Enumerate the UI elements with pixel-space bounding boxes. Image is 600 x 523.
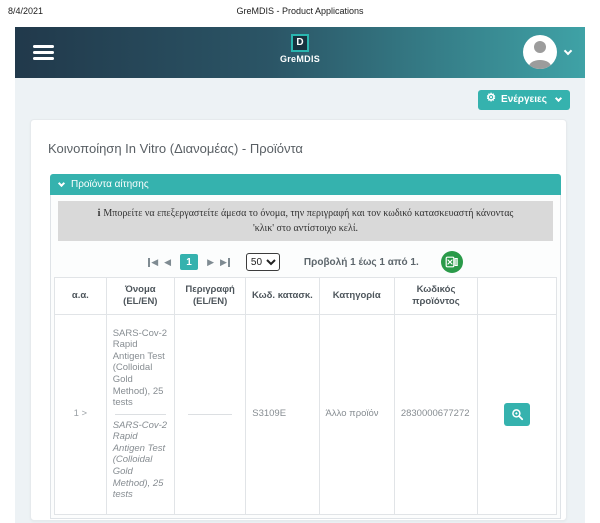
previous-page-button[interactable]: ◀ bbox=[164, 258, 171, 267]
current-page-button[interactable]: 1 bbox=[180, 254, 198, 270]
app-frame: D GreMDIS ⚙ Ενέργειες Κοινοποίηση In Vit… bbox=[15, 27, 585, 523]
brand: D GreMDIS bbox=[15, 32, 585, 64]
info-icon: i bbox=[98, 208, 101, 219]
actions-button-label: Ενέργειες bbox=[501, 94, 547, 105]
cell-category: Άλλο προϊόν bbox=[319, 314, 394, 514]
page-size-select[interactable]: 50 bbox=[246, 253, 280, 271]
print-document-title: GreMDIS - Product Applications bbox=[0, 6, 600, 16]
brand-name: GreMDIS bbox=[15, 54, 585, 64]
page-title: Κοινοποίηση In Vitro (Διανομέας) - Προϊό… bbox=[48, 141, 566, 156]
brand-logo-icon: D bbox=[291, 34, 309, 52]
content-card: Κοινοποίηση In Vitro (Διανομέας) - Προϊό… bbox=[30, 119, 567, 521]
cell-manufacturer-code[interactable]: S3109E bbox=[246, 314, 319, 514]
panel-title: Προϊόντα αίτησης bbox=[71, 179, 149, 190]
user-avatar bbox=[523, 35, 557, 69]
cell-index[interactable]: 1 > bbox=[55, 314, 107, 514]
last-page-button[interactable]: ▶ bbox=[220, 258, 230, 267]
toolbar: ⚙ Ενέργειες bbox=[15, 78, 585, 119]
cell-product-code: 2830000677272 bbox=[394, 314, 477, 514]
column-header-index: α.α. bbox=[55, 278, 107, 315]
cogs-icon: ⚙ bbox=[486, 93, 496, 104]
next-page-button[interactable]: ▶ bbox=[207, 258, 214, 267]
print-header: 8/4/2021 GreMDIS - Product Applications bbox=[0, 0, 600, 27]
column-header-actions bbox=[478, 278, 557, 315]
panel-body: iΜπορείτε να επεξεργαστείτε άμεσα το όνο… bbox=[50, 195, 561, 519]
export-excel-button[interactable] bbox=[441, 251, 463, 273]
cell-description[interactable] bbox=[174, 314, 245, 514]
products-table: α.α. Όνομα (EL/EN) Περιγραφή (EL/EN) Κωδ… bbox=[54, 277, 557, 515]
chevron-down-icon bbox=[555, 95, 562, 102]
product-name-el: SARS-Cov-2 Rapid Antigen Test (Colloidal… bbox=[113, 328, 168, 409]
first-page-button[interactable]: ◀ bbox=[148, 258, 158, 267]
user-menu[interactable] bbox=[523, 35, 571, 69]
excel-icon bbox=[445, 255, 459, 269]
column-header-category: Κατηγορία bbox=[319, 278, 394, 315]
cell-actions bbox=[478, 314, 557, 514]
products-panel: Προϊόντα αίτησης iΜπορείτε να επεξεργαστ… bbox=[50, 174, 561, 519]
navbar: D GreMDIS bbox=[15, 27, 585, 78]
table-row: 1 > SARS-Cov-2 Rapid Antigen Test (Collo… bbox=[55, 314, 557, 514]
pagination-summary: Προβολή 1 έως 1 από 1. bbox=[304, 257, 419, 268]
actions-button[interactable]: ⚙ Ενέργειες bbox=[478, 90, 570, 110]
chevron-down-icon bbox=[564, 46, 572, 54]
info-note: iΜπορείτε να επεξεργαστείτε άμεσα το όνο… bbox=[58, 201, 553, 241]
chevron-down-icon bbox=[58, 179, 65, 186]
column-header-product-code: Κωδικός προϊόντος bbox=[394, 278, 477, 315]
column-header-manufacturer-code: Κωδ. κατασκ. bbox=[246, 278, 319, 315]
view-details-button[interactable] bbox=[504, 403, 530, 426]
table-header-row: α.α. Όνομα (EL/EN) Περιγραφή (EL/EN) Κωδ… bbox=[55, 278, 557, 315]
column-header-description: Περιγραφή (EL/EN) bbox=[174, 278, 245, 315]
column-header-name: Όνομα (EL/EN) bbox=[106, 278, 174, 315]
magnifier-zoom-icon bbox=[511, 408, 524, 421]
divider bbox=[188, 414, 232, 415]
info-note-text: Μπορείτε να επεξεργαστείτε άμεσα το όνομ… bbox=[103, 208, 513, 234]
cell-name[interactable]: SARS-Cov-2 Rapid Antigen Test (Colloidal… bbox=[106, 314, 174, 514]
panel-header-products[interactable]: Προϊόντα αίτησης bbox=[50, 174, 561, 195]
product-name-en: SARS-Cov-2 Rapid Antigen Test (Colloidal… bbox=[113, 420, 168, 501]
pagination: ◀ ◀ 1 ▶ ▶ 50 Προβολή 1 έως 1 από 1. bbox=[54, 247, 557, 277]
divider bbox=[115, 414, 166, 415]
